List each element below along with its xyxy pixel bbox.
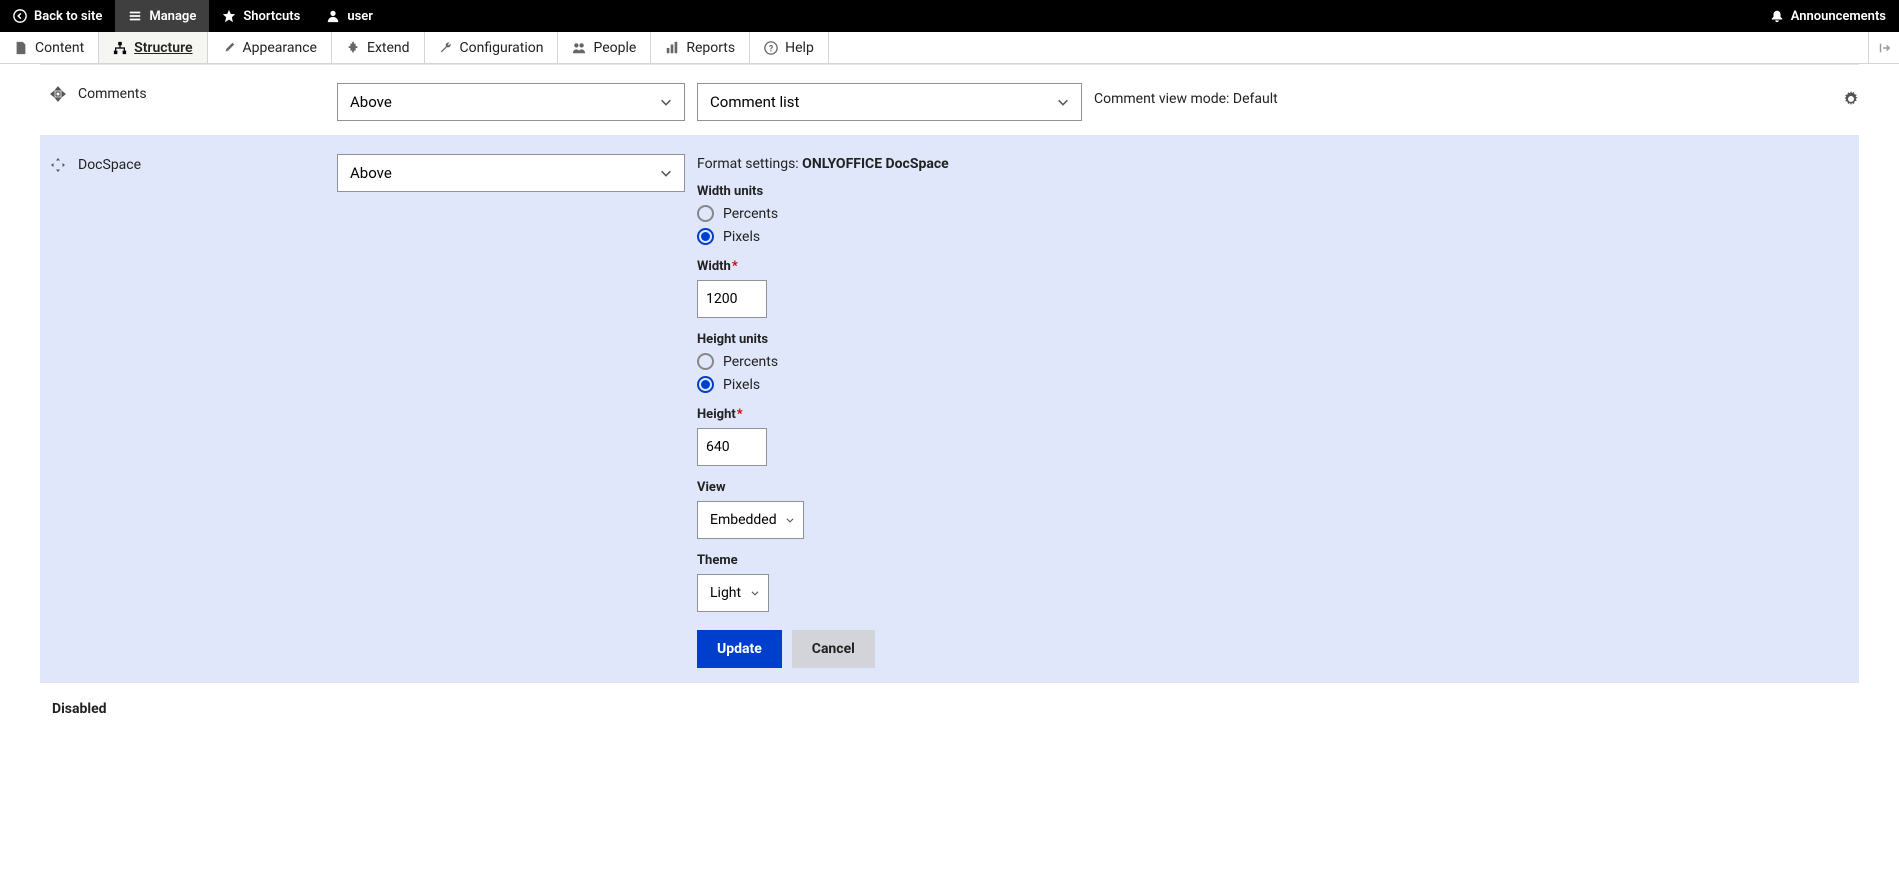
docspace-region-select[interactable]: Above bbox=[337, 154, 685, 192]
view-label: View bbox=[697, 480, 1859, 495]
height-input[interactable] bbox=[697, 428, 767, 466]
admin-appearance[interactable]: Appearance bbox=[208, 32, 332, 63]
puzzle-icon bbox=[346, 41, 360, 55]
width-units-pixels[interactable]: Pixels bbox=[697, 228, 1859, 245]
toggle-sidebar-icon bbox=[1877, 41, 1891, 55]
comments-region-select[interactable]: Above bbox=[337, 83, 685, 121]
user-label: user bbox=[347, 9, 373, 24]
admin-configuration[interactable]: Configuration bbox=[425, 32, 559, 63]
format-settings-panel: Format settings: ONLYOFFICE DocSpace Wid… bbox=[697, 154, 1859, 668]
width-label: Width* bbox=[697, 259, 1859, 274]
height-units-label: Height units bbox=[697, 332, 1859, 347]
brush-icon bbox=[222, 41, 236, 55]
manage-label: Manage bbox=[149, 9, 196, 24]
user-icon bbox=[326, 9, 340, 23]
theme-label: Theme bbox=[697, 553, 1859, 568]
cancel-button[interactable]: Cancel bbox=[792, 630, 875, 668]
docspace-label: DocSpace bbox=[78, 157, 141, 173]
width-pixels-radio[interactable] bbox=[697, 228, 714, 245]
disabled-section-heading: Disabled bbox=[40, 682, 1859, 757]
field-row-docspace: DocSpace Above Format settings: ONLYOFFI… bbox=[40, 135, 1859, 682]
admin-extend[interactable]: Extend bbox=[332, 32, 425, 63]
svg-text:?: ? bbox=[769, 44, 774, 54]
hamburger-icon bbox=[128, 9, 142, 23]
announcements-label: Announcements bbox=[1791, 9, 1886, 24]
announcements-button[interactable]: Announcements bbox=[1757, 0, 1899, 32]
file-icon bbox=[14, 41, 28, 55]
comments-view-mode: Comment view mode: Default bbox=[1094, 83, 1807, 107]
user-button[interactable]: user bbox=[313, 0, 386, 32]
comments-label: Comments bbox=[78, 86, 147, 102]
wrench-icon bbox=[439, 41, 453, 55]
width-units-label: Width units bbox=[697, 184, 1859, 199]
back-label: Back to site bbox=[34, 9, 102, 24]
admin-content[interactable]: Content bbox=[0, 32, 99, 63]
admin-people[interactable]: People bbox=[558, 32, 651, 63]
drag-handle-icon[interactable] bbox=[50, 157, 66, 173]
gear-icon[interactable] bbox=[1843, 91, 1859, 107]
admin-structure-label: Structure bbox=[134, 40, 192, 56]
star-icon bbox=[222, 9, 236, 23]
height-pixels-radio[interactable] bbox=[697, 376, 714, 393]
width-units-percents[interactable]: Percents bbox=[697, 205, 1859, 222]
format-settings-header: Format settings: ONLYOFFICE DocSpace bbox=[697, 154, 1859, 172]
people-icon bbox=[572, 41, 586, 55]
help-icon: ? bbox=[764, 41, 778, 55]
height-percents-radio[interactable] bbox=[697, 353, 714, 370]
admin-config-label: Configuration bbox=[460, 40, 544, 56]
drag-handle-icon[interactable] bbox=[50, 86, 66, 102]
width-units-group: Percents Pixels bbox=[697, 205, 1859, 245]
chart-icon bbox=[665, 41, 679, 55]
hierarchy-icon bbox=[113, 41, 127, 55]
back-to-site-button[interactable]: Back to site bbox=[0, 0, 115, 32]
height-label: Height* bbox=[697, 407, 1859, 422]
height-units-percents[interactable]: Percents bbox=[697, 353, 1859, 370]
admin-reports-label: Reports bbox=[686, 40, 735, 56]
width-percents-radio[interactable] bbox=[697, 205, 714, 222]
shortcuts-label: Shortcuts bbox=[243, 9, 300, 24]
admin-people-label: People bbox=[593, 40, 636, 56]
top-toolbar: Back to site Manage Shortcuts user Annou… bbox=[0, 0, 1899, 32]
admin-help[interactable]: ? Help bbox=[750, 32, 829, 63]
admin-help-label: Help bbox=[785, 40, 814, 56]
view-select[interactable]: Embedded bbox=[697, 501, 804, 539]
content-area: Comments Above Comment list Comment view… bbox=[0, 64, 1899, 757]
theme-select[interactable]: Light bbox=[697, 574, 769, 612]
admin-menu: Content Structure Appearance Extend Conf… bbox=[0, 32, 1899, 64]
comments-format-select[interactable]: Comment list bbox=[697, 83, 1082, 121]
field-row-comments: Comments Above Comment list Comment view… bbox=[40, 64, 1859, 135]
height-units-pixels[interactable]: Pixels bbox=[697, 376, 1859, 393]
chevron-left-icon bbox=[13, 9, 27, 23]
shortcuts-button[interactable]: Shortcuts bbox=[209, 0, 313, 32]
height-units-group: Percents Pixels bbox=[697, 353, 1859, 393]
admin-reports[interactable]: Reports bbox=[651, 32, 750, 63]
admin-content-label: Content bbox=[35, 40, 84, 56]
manage-button[interactable]: Manage bbox=[115, 0, 209, 32]
admin-extend-label: Extend bbox=[367, 40, 410, 56]
width-input[interactable] bbox=[697, 280, 767, 318]
bell-icon bbox=[1770, 9, 1784, 23]
admin-structure[interactable]: Structure bbox=[99, 32, 207, 63]
admin-appearance-label: Appearance bbox=[243, 40, 317, 56]
toggle-orientation[interactable] bbox=[1868, 32, 1899, 63]
update-button[interactable]: Update bbox=[697, 630, 782, 668]
